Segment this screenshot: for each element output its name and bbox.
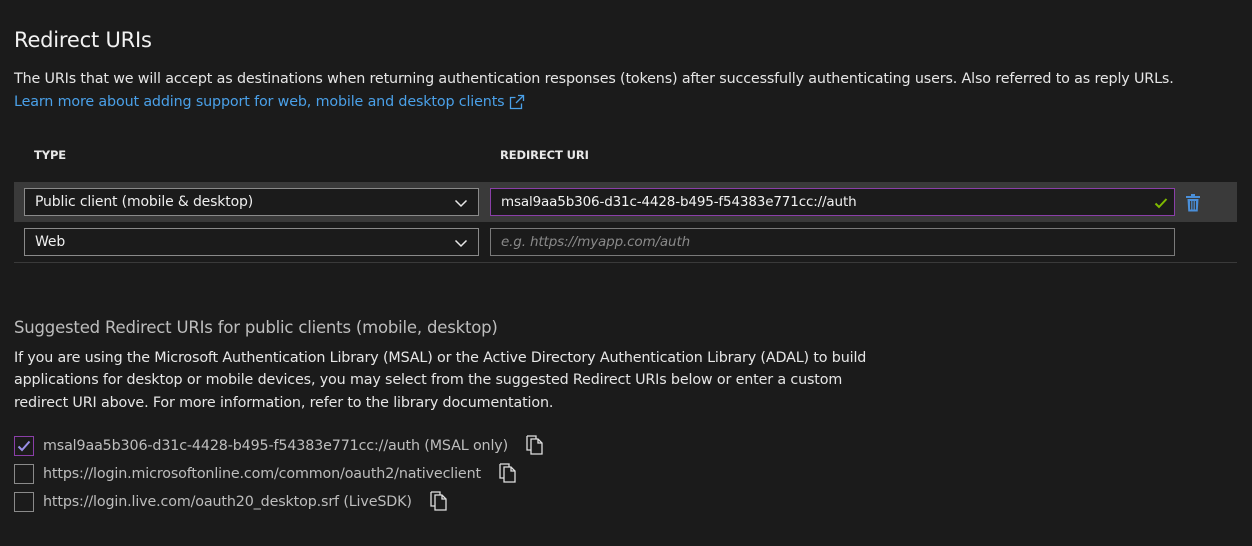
checkmark-icon [17, 440, 31, 452]
learn-more-link[interactable]: Learn more about adding support for web,… [14, 94, 525, 110]
chevron-down-icon [454, 199, 468, 208]
copy-icon[interactable] [526, 435, 544, 455]
suggested-uri-checkbox[interactable] [14, 464, 34, 484]
column-header-type: TYPE [34, 148, 67, 162]
row-divider [14, 262, 1237, 263]
suggested-uri-label: https://login.live.com/oauth20_desktop.s… [43, 494, 412, 510]
delete-row-button[interactable] [1185, 194, 1201, 216]
suggested-uri-item: msal9aa5b306-d31c-4428-b495-f54383e771cc… [14, 435, 544, 457]
section-description: The URIs that we will accept as destinat… [14, 71, 1174, 87]
type-select-row-2[interactable]: Web [24, 228, 479, 256]
suggested-uri-item: https://login.live.com/oauth20_desktop.s… [14, 491, 448, 513]
suggested-uri-checkbox[interactable] [14, 436, 34, 456]
type-select-row-1[interactable]: Public client (mobile & desktop) [24, 188, 479, 216]
suggested-description: If you are using the Microsoft Authentic… [14, 350, 867, 411]
checkmark-icon [1154, 198, 1168, 209]
external-link-icon [510, 94, 525, 110]
type-select-value: Public client (mobile & desktop) [35, 194, 254, 210]
redirect-uri-placeholder: e.g. https://myapp.com/auth [501, 234, 690, 250]
section-title: Redirect URIs [14, 28, 152, 52]
type-select-value: Web [35, 234, 66, 250]
column-header-redirect-uri: REDIRECT URI [500, 148, 589, 162]
chevron-down-icon [454, 239, 468, 248]
redirect-uri-input-row-2[interactable]: e.g. https://myapp.com/auth [490, 228, 1175, 256]
suggested-uri-label: msal9aa5b306-d31c-4428-b495-f54383e771cc… [43, 438, 509, 454]
suggested-uri-item: https://login.microsoftonline.com/common… [14, 463, 517, 485]
suggested-title: Suggested Redirect URIs for public clien… [14, 318, 498, 337]
suggested-uri-label: https://login.microsoftonline.com/common… [43, 466, 481, 482]
trash-icon [1186, 194, 1200, 212]
suggested-uri-checkbox[interactable] [14, 492, 34, 512]
copy-icon[interactable] [499, 463, 517, 483]
copy-icon[interactable] [430, 491, 448, 511]
redirect-uri-input-row-1[interactable]: msal9aa5b306-d31c-4428-b495-f54383e771cc… [490, 188, 1175, 216]
learn-more-label: Learn more about adding support for web,… [14, 94, 505, 110]
redirect-uri-value: msal9aa5b306-d31c-4428-b495-f54383e771cc… [501, 194, 857, 210]
